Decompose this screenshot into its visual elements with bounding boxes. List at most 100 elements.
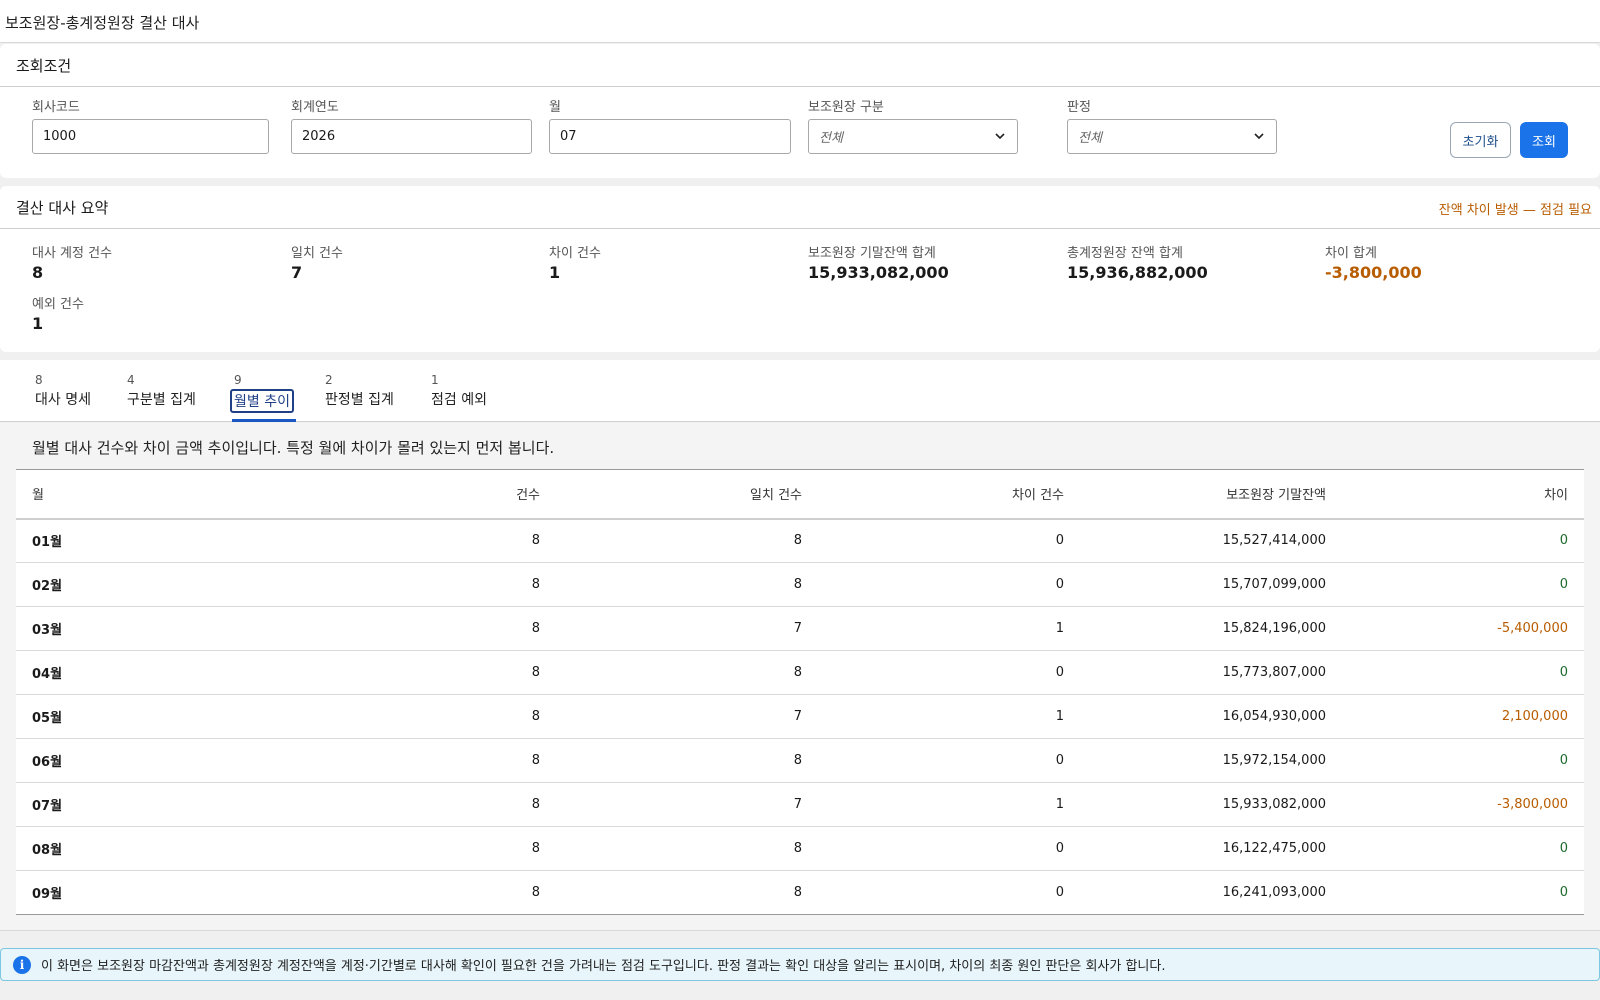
judgement-field: 판정 전체 [1067,96,1277,154]
tab-detail[interactable]: 8 대사 명세 [35,373,91,422]
search-panel-header: 조회조건 [0,44,1600,87]
cell-diff-count: 0 [818,738,1080,783]
cell-count: 8 [294,694,556,739]
reset-button[interactable]: 초기화 [1450,122,1511,158]
cell-month: 08월 [16,826,294,871]
tab-count: 1 [431,373,439,387]
cell-match-count: 7 [556,782,818,827]
cell-diff: 2,100,000 [1342,694,1584,739]
column-header-count[interactable]: 건수 [294,469,556,520]
tab-by-judgement[interactable]: 2 판정별 집계 [325,373,394,422]
stat-value: 1 [32,314,44,333]
judgement-value: 전체 [1078,131,1102,146]
cell-balance: 16,054,930,000 [1080,694,1342,739]
tab-count: 8 [35,373,43,387]
month-input[interactable] [549,119,791,154]
company-code-label: 회사코드 [32,100,80,115]
table-row[interactable]: 02월 8 8 0 15,707,099,000 0 [16,562,1584,607]
table-row[interactable]: 04월 8 8 0 15,773,807,000 0 [16,650,1584,695]
tab-monthly[interactable]: 9 월별 추이 [230,373,296,422]
company-code-input[interactable] [32,119,269,154]
tab-exceptions[interactable]: 1 점검 예외 [431,373,487,422]
subledger-type-select[interactable]: 전체 [808,119,1018,154]
tab-label: 월별 추이 [230,389,294,413]
cell-count: 8 [294,826,556,871]
tab-count: 9 [234,373,242,387]
stat-label: 보조원장 기말잔액 합계 [808,246,936,261]
cell-count: 8 [294,782,556,827]
tab-bar: 8 대사 명세 4 구분별 집계 9 월별 추이 2 판정별 집계 1 점검 예… [0,360,1600,422]
cell-balance: 15,773,807,000 [1080,650,1342,695]
monthly-trend-table: 월 건수 일치 건수 차이 건수 보조원장 기말잔액 차이 01월 8 8 0 … [16,469,1584,915]
cell-diff: 0 [1559,885,1568,900]
judgement-label: 판정 [1067,100,1091,115]
summary-panel: 결산 대사 요약 잔액 차이 발생 — 점검 필요 대사 계정 건수 8 일치 … [0,186,1600,352]
table-row[interactable]: 05월 8 7 1 16,054,930,000 2,100,000 [16,694,1584,739]
cell-month: 02월 [16,562,294,607]
table-row[interactable]: 08월 8 8 0 16,122,475,000 0 [16,826,1584,871]
cell-diff-count: 1 [818,694,1080,739]
cell-diff-count: 0 [1055,885,1064,900]
chevron-down-icon [1254,133,1264,140]
cell-balance: 16,241,093,000 [1222,885,1326,900]
chevron-down-icon [995,133,1005,140]
cell-balance: 15,527,414,000 [1080,518,1342,563]
column-header-match-count[interactable]: 일치 건수 [556,469,818,520]
table-row[interactable]: 09월 8 8 0 16,241,093,000 0 [16,871,1584,915]
cell-match-count: 8 [556,650,818,695]
cell-count: 8 [294,606,556,651]
fiscal-year-input[interactable] [291,119,532,154]
table-row[interactable]: 06월 8 8 0 15,972,154,000 0 [16,738,1584,783]
stat-gl-total: 총계정원장 잔액 합계 15,936,882,000 [1067,242,1208,282]
table-row[interactable]: 01월 8 8 0 15,527,414,000 0 [16,518,1584,563]
cell-match-count: 7 [556,606,818,651]
tab-count: 4 [127,373,135,387]
cell-balance: 16,122,475,000 [1080,826,1342,871]
cell-balance: 15,707,099,000 [1080,562,1342,607]
stat-label: 차이 합계 [1325,246,1377,261]
cell-month: 04월 [16,650,294,695]
fiscal-year-field: 회계연도 [291,96,532,154]
month-field: 월 [549,96,791,154]
stat-value: 15,933,082,000 [808,263,949,282]
stat-subledger-total: 보조원장 기말잔액 합계 15,933,082,000 [808,242,949,282]
subledger-type-field: 보조원장 구분 전체 [808,96,1018,154]
cell-month: 07월 [16,782,294,827]
stat-label: 차이 건수 [549,246,601,261]
cell-diff: 0 [1342,826,1584,871]
month-label: 월 [549,100,561,115]
cell-diff-count: 0 [818,650,1080,695]
cell-match-count: 8 [556,826,818,871]
cell-diff: 0 [1342,518,1584,563]
search-button[interactable]: 조회 [1520,122,1568,158]
column-header-diff-count[interactable]: 차이 건수 [818,469,1080,520]
stat-value: -3,800,000 [1325,263,1422,282]
cell-diff: 0 [1342,738,1584,783]
fiscal-year-label: 회계연도 [291,100,339,115]
tab-label: 대사 명세 [35,392,91,408]
page-title: 보조원장-총계정원장 결산 대사 [0,0,1600,43]
judgement-select[interactable]: 전체 [1067,119,1277,154]
column-header-month[interactable]: 월 [16,469,294,520]
cell-diff: -5,400,000 [1342,606,1584,651]
tab-by-type[interactable]: 4 구분별 집계 [127,373,196,422]
column-header-subledger-balance[interactable]: 보조원장 기말잔액 [1080,469,1342,520]
summary-title: 결산 대사 요약 [16,199,109,217]
cell-match-count: 8 [556,562,818,607]
tab-label: 점검 예외 [431,392,487,408]
cell-month: 05월 [16,694,294,739]
monthly-trend-panel: 월별 대사 건수와 차이 금액 추이입니다. 특정 월에 차이가 몰려 있는지 … [0,423,1600,931]
cell-balance: 15,824,196,000 [1080,606,1342,651]
stat-label: 일치 건수 [291,246,343,261]
info-text: 이 화면은 보조원장 마감잔액과 총계정원장 계정잔액을 계정·기간별로 대사해… [41,959,1166,974]
cell-count: 8 [294,738,556,783]
cell-match-count: 8 [556,738,818,783]
cell-diff: 0 [1342,562,1584,607]
table-row[interactable]: 07월 8 7 1 15,933,082,000 -3,800,000 [16,782,1584,827]
stat-diff-count: 차이 건수 1 [549,242,601,282]
column-header-diff[interactable]: 차이 [1342,469,1584,520]
stat-diff-total: 차이 합계 -3,800,000 [1325,242,1422,282]
cell-diff-count: 1 [818,782,1080,827]
table-row[interactable]: 03월 8 7 1 15,824,196,000 -5,400,000 [16,606,1584,651]
cell-diff-count: 1 [818,606,1080,651]
